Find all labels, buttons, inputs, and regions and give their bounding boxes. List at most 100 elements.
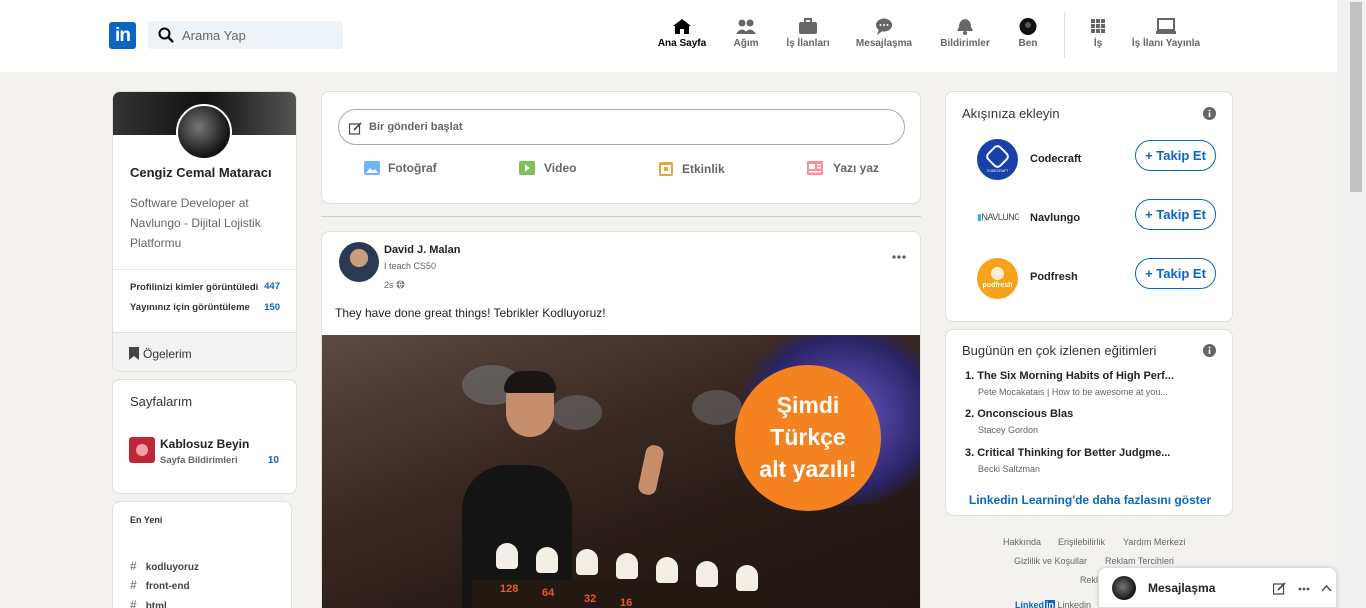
footer-link[interactable]: Hakkında bbox=[1003, 537, 1041, 547]
nav-divider bbox=[1064, 12, 1065, 58]
nav-jobs-label: İş İlanları bbox=[786, 38, 830, 49]
video-icon bbox=[519, 161, 535, 175]
navlungo-logo[interactable]: ▮NAVLUNGO bbox=[977, 205, 1019, 229]
hashtag-item[interactable]: # kodluyoruz bbox=[130, 559, 199, 573]
profile-name[interactable]: Cengiz Cemal Mataracı bbox=[130, 165, 272, 180]
post-views-count[interactable]: 150 bbox=[264, 302, 280, 313]
suggestion-name[interactable]: Navlungo bbox=[1030, 212, 1080, 224]
course-title[interactable]: 2. Onconscious Blas bbox=[965, 408, 1073, 420]
post-image[interactable]: Şimdi Türkçe alt yazılı! 128 64 32 16 bbox=[322, 335, 920, 608]
author-subtitle: I teach CS50 bbox=[384, 261, 437, 271]
bulb bbox=[696, 561, 718, 587]
follow-button[interactable]: + Takip Et bbox=[1135, 140, 1216, 171]
calendar-icon bbox=[659, 162, 673, 176]
course-title[interactable]: 3. Critical Thinking for Better Judgme..… bbox=[965, 447, 1170, 459]
search-icon bbox=[158, 27, 174, 43]
event-button[interactable]: Etkinlik bbox=[659, 161, 725, 176]
recent-card: En Yeni # kodluyoruz # front-end # html bbox=[112, 501, 292, 608]
write-article-button[interactable]: Yazı yaz bbox=[807, 161, 879, 175]
start-post-label: Bir gönderi başlat bbox=[369, 121, 463, 133]
write-article-label: Yazı yaz bbox=[833, 161, 880, 175]
footer-link[interactable]: Rekl bbox=[1080, 575, 1098, 585]
page-scrollbar[interactable] bbox=[1337, 0, 1366, 608]
start-post-button[interactable]: Bir gönderi başlat bbox=[338, 109, 905, 145]
post-composer: Bir gönderi başlat Fotoğraf Video Etkinl… bbox=[321, 91, 921, 204]
badge-line: Şimdi bbox=[776, 392, 840, 418]
codecraft-logo[interactable]: CODECRAFT bbox=[977, 139, 1018, 180]
messaging-dock[interactable]: Mesajlaşma bbox=[1098, 567, 1337, 608]
profile-card: Cengiz Cemal Mataracı Software Developer… bbox=[112, 91, 297, 372]
nav-work-label: İş bbox=[1093, 38, 1103, 49]
video-label: Video bbox=[544, 161, 577, 175]
post-time-label: 2s bbox=[384, 280, 394, 290]
badge-line: Türkçe bbox=[770, 424, 846, 450]
learning-card: Bugünün en çok izlenen eğitimleri 1. The… bbox=[945, 329, 1233, 516]
chevron-up-icon[interactable] bbox=[1321, 584, 1332, 592]
page-notifications-count[interactable]: 10 bbox=[268, 455, 279, 466]
follow-button[interactable]: + Takip Et bbox=[1135, 199, 1216, 230]
my-items-link[interactable]: Ögelerim bbox=[113, 332, 296, 371]
nav-notifications[interactable]: Bildirimler bbox=[936, 18, 994, 49]
footer-link[interactable]: Erişilebilirlik bbox=[1058, 537, 1105, 547]
learning-more-link[interactable]: Linkedin Learning'de daha fazlasını göst… bbox=[946, 493, 1232, 507]
divider bbox=[113, 269, 296, 270]
search-box[interactable] bbox=[148, 21, 343, 49]
nav-post-job[interactable]: İş İlanı Yayınla bbox=[1126, 18, 1206, 49]
page-name[interactable]: Kablosuz Beyin bbox=[160, 437, 249, 451]
bulb bbox=[616, 553, 638, 579]
podfresh-logo[interactable]: podfresh bbox=[977, 258, 1018, 299]
hashtag-item[interactable]: # html bbox=[130, 598, 167, 608]
linkedin-logo[interactable]: in bbox=[109, 22, 136, 49]
footer-brand-text: Linked bbox=[1015, 600, 1045, 608]
more-options-icon[interactable] bbox=[1298, 587, 1310, 591]
info-icon[interactable] bbox=[1203, 344, 1216, 357]
footer-link[interactable]: Reklam Tercihleri bbox=[1105, 556, 1174, 566]
info-icon[interactable] bbox=[1203, 107, 1216, 120]
compose-message-icon[interactable] bbox=[1273, 582, 1286, 595]
nav-post-job-label: İş İlanı Yayınla bbox=[1131, 38, 1201, 49]
nav-messaging[interactable]: Mesajlaşma bbox=[852, 18, 916, 49]
hashtag-label: front-end bbox=[145, 581, 190, 592]
kablosuz-beyin-logo[interactable] bbox=[129, 437, 155, 463]
profile-avatar[interactable] bbox=[176, 104, 232, 160]
author-name[interactable]: David J. Malan bbox=[384, 244, 460, 256]
photo-button[interactable]: Fotoğraf bbox=[364, 161, 437, 175]
nav-jobs[interactable]: İş İlanları bbox=[780, 18, 836, 49]
messaging-title[interactable]: Mesajlaşma bbox=[1148, 581, 1215, 595]
briefcase-icon bbox=[799, 18, 817, 34]
nav-me-label: Ben bbox=[1018, 38, 1038, 49]
post-text: They have done great things! Tebrikler K… bbox=[335, 306, 606, 320]
page-notifications-label[interactable]: Sayfa Bildirimleri bbox=[160, 455, 238, 466]
bulb bbox=[536, 547, 558, 573]
podfresh-logo-text: podfresh bbox=[982, 282, 1013, 289]
nav-me[interactable]: Ben bbox=[1012, 18, 1044, 49]
nav-network[interactable]: Ağım bbox=[728, 18, 764, 49]
suggestion-name[interactable]: Podfresh bbox=[1030, 271, 1078, 283]
home-icon bbox=[673, 19, 691, 34]
bulb bbox=[736, 565, 758, 591]
navlungo-logo-text: NAVLUNGO bbox=[981, 212, 1019, 222]
more-options-icon[interactable] bbox=[892, 246, 908, 259]
suggestion-name[interactable]: Codecraft bbox=[1030, 153, 1081, 165]
footer-link[interactable]: Yardım Merkezi bbox=[1123, 537, 1185, 547]
profile-viewers-label[interactable]: Profilinizi kimler görüntüledi bbox=[130, 282, 258, 293]
nav-home[interactable]: Ana Sayfa bbox=[652, 18, 712, 49]
footer-link[interactable]: Gizlilik ve Koşullar bbox=[1014, 556, 1087, 566]
course-title[interactable]: 1. The Six Morning Habits of High Perf..… bbox=[965, 370, 1174, 382]
event-label: Etkinlik bbox=[682, 162, 725, 176]
scrollbar-thumb[interactable] bbox=[1350, 2, 1362, 192]
me-avatar bbox=[1019, 18, 1037, 35]
footer-brand: Linked in Linkedin bbox=[1015, 600, 1092, 608]
follow-button[interactable]: + Takip Et bbox=[1135, 258, 1216, 289]
nav-work[interactable]: İş bbox=[1086, 18, 1110, 49]
author-avatar[interactable] bbox=[339, 242, 379, 282]
bell-icon bbox=[957, 19, 973, 35]
grid-icon bbox=[1091, 19, 1105, 33]
speaker-hair bbox=[504, 371, 556, 393]
search-input[interactable] bbox=[182, 25, 332, 45]
hashtag-item[interactable]: # front-end bbox=[130, 578, 190, 592]
video-button[interactable]: Video bbox=[519, 161, 576, 175]
bulb-label: 128 bbox=[500, 583, 519, 595]
profile-viewers-count[interactable]: 447 bbox=[264, 281, 280, 292]
post-views-label[interactable]: Yayınınız için görüntüleme bbox=[130, 302, 250, 313]
